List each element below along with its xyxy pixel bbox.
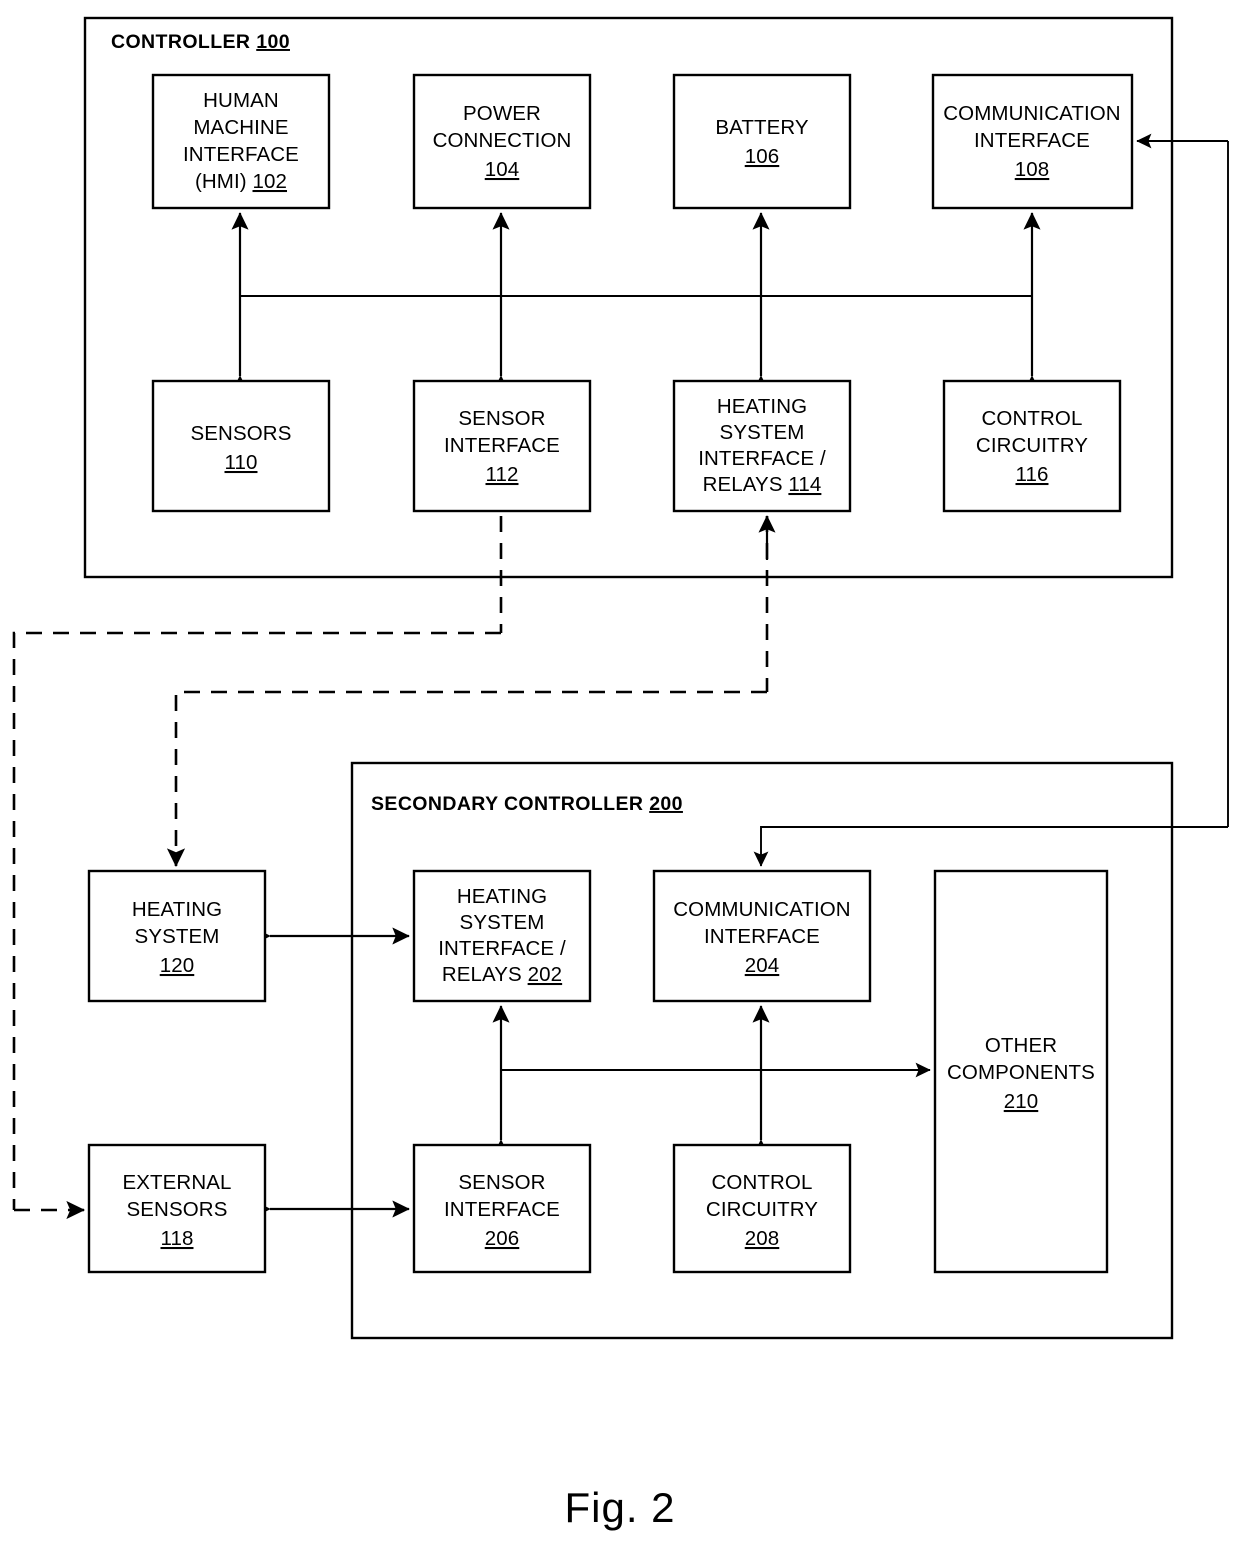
box-label-line: CONTROL [712, 1171, 813, 1194]
box-sensor-interface-112[interactable]: SENSOR INTERFACE 112 [412, 379, 592, 513]
box-reference-number: 114 [788, 473, 821, 496]
box-power-connection[interactable]: POWER CONNECTION 104 [412, 73, 592, 210]
box-label-line: INTERFACE [444, 1198, 560, 1221]
box-label-line: COMPONENTS [947, 1061, 1095, 1084]
box-label-line: INTERFACE [704, 925, 820, 948]
frame-label-secondary-controller: SECONDARY CONTROLLER 200 [371, 793, 683, 815]
frame-reference-number: 200 [649, 793, 683, 815]
box-label-text: RELAYS [442, 963, 528, 986]
box-heating-system-interface-114[interactable]: HEATING SYSTEM INTERFACE / RELAYS 114 [672, 379, 852, 513]
box-label-line: COMMUNICATION [943, 102, 1120, 125]
frame-reference-number: 100 [256, 31, 290, 53]
box-label-line: INTERFACE / [698, 447, 826, 470]
box-reference-number: 102 [253, 170, 288, 193]
connector-dashed-across-to-heating-system [166, 690, 767, 868]
box-heating-system-120[interactable]: HEATING SYSTEM 120 [87, 869, 267, 1003]
box-other-components[interactable]: OTHER COMPONENTS 210 [933, 869, 1109, 1274]
box-label-line: CONNECTION [433, 129, 572, 152]
block-diagram: HUMAN MACHINE INTERFACE (HMI) 102 POWER … [12, 16, 1229, 1531]
box-reference-number: 204 [745, 954, 780, 977]
box-label-line-ref: RELAYS 114 [703, 473, 822, 496]
box-heating-system-interface-202[interactable]: HEATING SYSTEM INTERFACE / RELAYS 202 [412, 869, 592, 1003]
box-reference-number: 110 [225, 451, 258, 474]
box-label-line: INTERFACE / [438, 937, 566, 960]
box-label-line: BATTERY [715, 116, 809, 139]
box-label-line: HEATING [132, 898, 222, 921]
box-reference-number: 106 [745, 145, 780, 168]
box-label-line: HEATING [717, 395, 807, 418]
box-label-line: OTHER [985, 1034, 1057, 1057]
box-label-line: SENSOR [458, 1171, 545, 1194]
box-label-text: (HMI) [195, 170, 253, 193]
box-label-line-ref: (HMI) 102 [195, 170, 287, 193]
box-communication-interface-204[interactable]: COMMUNICATION INTERFACE 204 [652, 869, 872, 1003]
frame-label-text: SECONDARY CONTROLLER [371, 793, 643, 815]
box-sensors[interactable]: SENSORS 110 [151, 379, 331, 513]
box-label-line: INTERFACE [183, 143, 299, 166]
box-label-line: INTERFACE [974, 129, 1090, 152]
box-label-line: HUMAN [203, 89, 279, 112]
box-battery[interactable]: BATTERY 106 [672, 73, 852, 210]
box-label-line: POWER [463, 102, 541, 125]
box-label-line: HEATING [457, 885, 547, 908]
box-label-line: EXTERNAL [122, 1171, 231, 1194]
box-reference-number: 208 [745, 1227, 780, 1250]
box-communication-interface-108[interactable]: COMMUNICATION INTERFACE 108 [931, 73, 1134, 210]
box-label-line: SENSOR [458, 407, 545, 430]
box-sensor-interface-206[interactable]: SENSOR INTERFACE 206 [412, 1143, 592, 1274]
box-control-circuitry-208[interactable]: CONTROL CIRCUITRY 208 [672, 1143, 852, 1274]
box-reference-number: 104 [485, 158, 520, 181]
box-reference-number: 112 [486, 463, 519, 486]
frame-label-controller: CONTROLLER 100 [111, 31, 290, 53]
box-label-line: SYSTEM [135, 925, 220, 948]
box-reference-number: 202 [528, 963, 563, 986]
box-label-line: MACHINE [193, 116, 288, 139]
box-label-line: COMMUNICATION [673, 898, 850, 921]
box-label-line: CONTROL [982, 407, 1083, 430]
figure-caption: Fig. 2 [564, 1484, 675, 1531]
box-label-text: RELAYS [703, 473, 789, 496]
box-human-machine-interface[interactable]: HUMAN MACHINE INTERFACE (HMI) 102 [151, 73, 331, 210]
box-label-line-ref: RELAYS 202 [442, 963, 562, 986]
frame-label-text: CONTROLLER [111, 31, 250, 53]
box-external-sensors[interactable]: EXTERNAL SENSORS 118 [87, 1143, 267, 1274]
box-reference-number: 210 [1004, 1090, 1039, 1113]
box-reference-number: 116 [1016, 463, 1049, 486]
box-reference-number: 120 [160, 954, 195, 977]
box-label-line: CIRCUITRY [706, 1198, 818, 1221]
box-label-line: CIRCUITRY [976, 434, 1088, 457]
box-label-line: SYSTEM [460, 911, 545, 934]
box-label-line: SYSTEM [720, 421, 805, 444]
box-label-line: SENSORS [127, 1198, 228, 1221]
box-label-line: INTERFACE [444, 434, 560, 457]
connector-comm108-to-comm204 [753, 826, 1228, 867]
box-reference-number: 206 [485, 1227, 520, 1250]
box-reference-number: 118 [161, 1227, 194, 1250]
box-control-circuitry-116[interactable]: CONTROL CIRCUITRY 116 [942, 379, 1122, 513]
box-reference-number: 108 [1015, 158, 1050, 181]
patent-figure: HUMAN MACHINE INTERFACE (HMI) 102 POWER … [0, 0, 1240, 1542]
box-label-line: SENSORS [191, 422, 292, 445]
